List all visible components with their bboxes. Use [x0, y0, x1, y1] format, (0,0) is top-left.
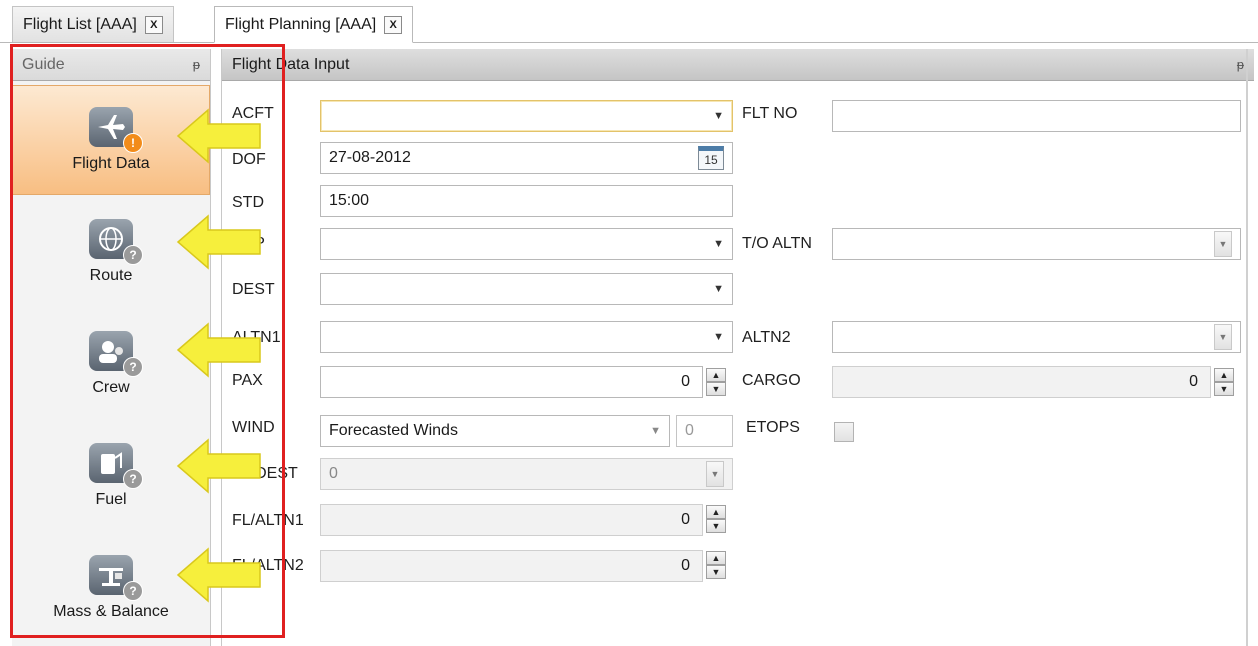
std-field[interactable]: 15:00 — [320, 185, 733, 217]
wind-dropdown[interactable]: Forecasted Winds ▼ — [320, 415, 670, 447]
flight-data-input-header: Flight Data Input ᵽ — [222, 49, 1254, 81]
calendar-icon[interactable]: 15 — [698, 146, 724, 170]
altn1-dropdown[interactable]: ▼ — [320, 321, 733, 353]
pax-field[interactable]: 0 — [320, 366, 703, 398]
wind-value: Forecasted Winds — [329, 422, 458, 439]
flt-no-label: FLT NO — [742, 105, 798, 122]
guide-item-label: Mass & Balance — [53, 603, 169, 620]
help-icon: ? — [123, 469, 143, 489]
cargo-field[interactable]: 0 — [832, 366, 1211, 398]
increment-icon[interactable]: ▲ — [706, 368, 726, 382]
std-value: 15:00 — [329, 192, 370, 209]
help-icon: ? — [123, 245, 143, 265]
altn2-label: ALTN2 — [742, 329, 791, 346]
guide-item-crew[interactable]: ? Crew — [12, 309, 210, 419]
fl-dest-label: FL/DEST — [232, 465, 298, 482]
dof-date-field[interactable]: 27-08-2012 15 — [320, 142, 733, 174]
fl-altn1-stepper[interactable]: ▲ ▼ — [706, 505, 726, 533]
fl-altn1-label: FL/ALTN1 — [232, 512, 304, 529]
tab-label: Flight List [AAA] — [23, 15, 137, 33]
fl-dest-dropdown[interactable]: 0 ▼ — [320, 458, 733, 490]
cargo-label: CARGO — [742, 372, 801, 389]
increment-icon[interactable]: ▲ — [1214, 368, 1234, 382]
guide-item-route[interactable]: ? Route — [12, 197, 210, 307]
scale-icon: ? — [89, 555, 143, 601]
close-icon[interactable]: X — [384, 15, 403, 34]
chevron-down-icon[interactable]: ▼ — [713, 238, 724, 250]
guide-item-mass-balance[interactable]: ? Mass & Balance — [12, 533, 210, 643]
cargo-stepper[interactable]: ▲ ▼ — [1214, 368, 1234, 396]
to-altn-dropdown[interactable]: ▼ — [832, 228, 1241, 260]
tab-flight-list[interactable]: Flight List [AAA] X — [12, 6, 174, 42]
acft-dropdown[interactable]: ▼ — [320, 100, 733, 132]
chevron-down-icon[interactable]: ▼ — [650, 425, 661, 437]
altn2-dropdown[interactable]: ▼ — [832, 321, 1241, 353]
fl-altn2-field[interactable]: 0 — [320, 550, 703, 582]
close-icon[interactable]: X — [144, 15, 163, 34]
dest-label: DEST — [232, 281, 275, 298]
panel-title: Guide — [22, 55, 65, 73]
tab-bar: Flight List [AAA] X Flight Planning [AAA… — [0, 0, 1258, 44]
fl-dest-value: 0 — [329, 465, 338, 482]
dest-dropdown[interactable]: ▼ — [320, 273, 733, 305]
chevron-down-icon[interactable]: ▼ — [706, 461, 724, 487]
decrement-icon[interactable]: ▼ — [706, 382, 726, 396]
globe-icon: ? — [89, 219, 143, 265]
pax-label: PAX — [232, 372, 263, 389]
chevron-down-icon[interactable]: ▼ — [1214, 324, 1232, 350]
decrement-icon[interactable]: ▼ — [706, 565, 726, 579]
tab-label: Flight Planning [AAA] — [225, 15, 377, 33]
to-altn-label: T/O ALTN — [742, 235, 812, 252]
increment-icon[interactable]: ▲ — [706, 505, 726, 519]
decrement-icon[interactable]: ▼ — [1214, 382, 1234, 396]
decrement-icon[interactable]: ▼ — [706, 519, 726, 533]
pin-icon[interactable]: ᵽ — [193, 57, 200, 72]
fl-altn2-value: 0 — [681, 557, 690, 574]
guide-panel: Guide ᵽ ! Flight Data ? Route ? Crew ? F… — [12, 49, 211, 646]
cargo-value: 0 — [1189, 373, 1198, 390]
pin-icon[interactable]: ᵽ — [1237, 57, 1244, 72]
fl-altn1-value: 0 — [681, 511, 690, 528]
dof-value: 27-08-2012 — [329, 149, 411, 166]
wind-offset-value: 0 — [685, 422, 694, 439]
fl-altn2-stepper[interactable]: ▲ ▼ — [706, 551, 726, 579]
chevron-down-icon[interactable]: ▼ — [713, 110, 724, 122]
panel-right-border — [1246, 49, 1248, 646]
guide-item-label: Crew — [92, 379, 130, 396]
etops-checkbox[interactable] — [834, 422, 854, 442]
warning-icon: ! — [123, 133, 143, 153]
guide-item-label: Route — [89, 267, 133, 284]
guide-item-label: Fuel — [95, 491, 127, 508]
altn1-label: ALTN1 — [232, 329, 281, 346]
pax-value: 0 — [681, 373, 690, 390]
guide-item-label: Flight Data — [72, 155, 150, 172]
panel-title: Flight Data Input — [232, 55, 350, 73]
help-icon: ? — [123, 357, 143, 377]
pax-stepper[interactable]: ▲ ▼ — [706, 368, 726, 396]
airplane-icon: ! — [89, 107, 143, 153]
fl-altn2-label: FL/ALTN2 — [232, 557, 304, 574]
etops-label: ETOPS — [746, 419, 800, 436]
acft-label: ACFT — [232, 105, 274, 122]
increment-icon[interactable]: ▲ — [706, 551, 726, 565]
fl-altn1-field[interactable]: 0 — [320, 504, 703, 536]
dep-label: DEP — [232, 235, 265, 252]
chevron-down-icon[interactable]: ▼ — [1214, 231, 1232, 257]
flt-no-field[interactable] — [832, 100, 1241, 132]
dep-dropdown[interactable]: ▼ — [320, 228, 733, 260]
chevron-down-icon[interactable]: ▼ — [713, 331, 724, 343]
wind-offset-field[interactable]: 0 — [676, 415, 733, 447]
fuel-icon: ? — [89, 443, 143, 489]
guide-panel-header: Guide ᵽ — [12, 49, 210, 81]
guide-item-fuel[interactable]: ? Fuel — [12, 421, 210, 531]
guide-item-flight-data[interactable]: ! Flight Data — [12, 85, 210, 195]
wind-label: WIND — [232, 419, 275, 436]
crew-icon: ? — [89, 331, 143, 377]
std-label: STD — [232, 194, 264, 211]
tab-flight-planning[interactable]: Flight Planning [AAA] X — [214, 6, 414, 43]
help-icon: ? — [123, 581, 143, 601]
tab-bar-divider — [0, 42, 1258, 43]
dof-label: DOF — [232, 151, 266, 168]
chevron-down-icon[interactable]: ▼ — [713, 283, 724, 295]
